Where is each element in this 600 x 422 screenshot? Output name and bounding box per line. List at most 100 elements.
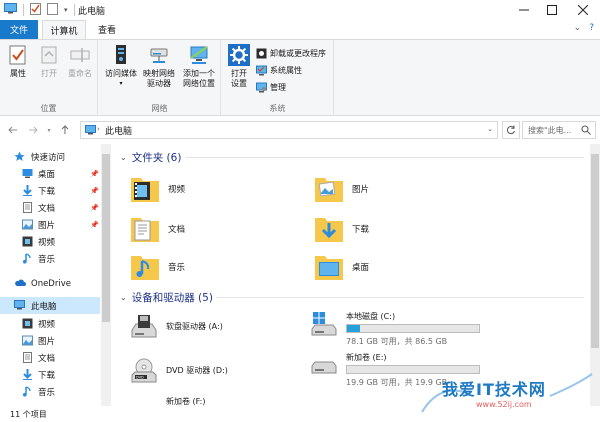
location-group-label: 位置 [40,104,57,113]
drive-local-c[interactable]: 本地磁盘 (C:) 78.1 GB 可用，共 86.5 GB [310,309,500,349]
document-icon [22,202,33,213]
properties-check-icon[interactable] [30,2,41,18]
nav-pc-downloads[interactable]: 下载 [0,366,100,383]
folders-section-header[interactable]: ⌄ 文件夹 (6) [120,149,181,165]
document-folder-icon [130,212,160,244]
drive-volume-f[interactable]: 新加卷 (F:) [130,394,320,406]
rename-button[interactable]: 重命名 [64,44,96,79]
nav-quick-access[interactable]: 快速访问 [0,148,100,165]
picture-icon [22,219,33,230]
star-icon [14,151,25,162]
nav-item-label: 音乐 [38,254,56,265]
settings-gear-icon [228,44,250,66]
nav-item-label: 桌面 [38,169,56,180]
nav-pc-videos[interactable]: 视频 [0,315,100,332]
watermark-text: 我爱IT技术网 [442,380,546,399]
qat-dropdown-icon[interactable]: ▾ [64,6,68,14]
system-properties-label: 系统属性 [270,65,302,75]
window-title: 此电脑 [78,7,106,17]
rename-icon [69,44,91,66]
map-network-drive-button[interactable]: 映射网络 驱动器 [139,44,179,89]
drive-dvd[interactable]: DVD DVD 驱动器 (D:) [130,356,320,396]
minimize-button[interactable] [510,0,538,20]
devices-section-header[interactable]: ⌄ 设备和驱动器 (5) [120,289,213,305]
folder-downloads[interactable]: 下载 [314,212,474,248]
watermark: 我爱IT技术网 www.52ij.com [420,370,598,420]
back-button[interactable] [6,123,20,137]
nav-onedrive[interactable]: OneDrive [0,275,100,292]
folder-pictures[interactable]: 图片 [314,172,474,208]
drive-free-space: 78.1 GB 可用，共 86.5 GB [346,337,448,346]
uninstall-label: 卸载或更改程序 [270,48,326,58]
navigation-pane: 快速访问 桌面 📌 下载 📌 文档 📌 图片 📌 视频 音乐 OneDrive … [0,144,112,406]
close-button[interactable] [566,0,600,20]
drive-name: 本地磁盘 (C:) [346,312,396,321]
recent-locations-icon[interactable]: ▾ [42,123,56,137]
nav-quick-downloads[interactable]: 下载 📌 [0,182,100,199]
nav-quick-documents[interactable]: 文档 📌 [0,199,100,216]
nav-pc-music[interactable]: 音乐 [0,383,100,400]
new-folder-icon[interactable] [47,2,58,18]
address-bar[interactable]: › 此电脑 ⌄ [80,121,498,139]
add-network-location-button[interactable]: 添加一个 网络位置 [179,44,219,89]
manage-button[interactable]: 管理 [256,80,286,94]
add-location-label-2: 网络位置 [183,79,215,88]
address-computer-icon [85,125,96,138]
open-settings-button[interactable]: 打开 设置 [226,44,252,89]
collapse-ribbon-icon[interactable]: ⌄ [574,23,582,33]
nav-this-pc[interactable]: 此电脑 [0,297,100,314]
folder-videos[interactable]: 视频 [130,172,290,208]
properties-button[interactable]: 属性 [4,44,32,79]
pin-icon: 📌 [90,203,99,212]
pin-icon: 📌 [90,186,99,195]
uninstall-icon [256,48,267,59]
section-divider [216,297,584,298]
open-icon [38,44,60,66]
drive-name: 新加卷 (E:) [346,353,387,362]
nav-item-label: 文档 [38,203,56,214]
nav-this-pc-label: 此电脑 [31,301,57,312]
maximize-button[interactable] [538,0,566,20]
nav-pc-pictures[interactable]: 图片 [0,332,100,349]
search-box[interactable]: 搜索"此电... [522,121,596,139]
nav-quick-music[interactable]: 音乐 [0,250,100,267]
folder-label: 音乐 [168,263,186,273]
floppy-drive-icon [130,314,158,340]
nav-scrollbar-thumb[interactable] [102,154,110,322]
refresh-button[interactable] [502,121,520,139]
folder-label: 视频 [168,185,186,195]
nav-pc-documents[interactable]: 文档 [0,349,100,366]
help-icon[interactable]: ? [589,23,594,33]
download-icon [22,369,33,380]
uninstall-program-button[interactable]: 卸载或更改程序 [256,46,326,60]
nav-quick-desktop[interactable]: 桌面 📌 [0,165,100,182]
address-dropdown-icon[interactable]: ⌄ [487,125,493,133]
folder-desktop[interactable]: 桌面 [314,250,474,286]
forward-button[interactable] [26,123,40,137]
network-location-icon [188,44,210,66]
access-media-label: 访问媒体 [105,69,137,78]
folder-label: 下载 [352,225,370,235]
access-media-button[interactable]: 访问媒体 ▾ [101,44,141,89]
nav-quick-videos[interactable]: 视频 [0,233,100,250]
document-icon [22,352,33,363]
tab-computer[interactable]: 计算机 [42,20,86,40]
drive-name: 软盘驱动器 (A:) [166,322,223,331]
computer-icon[interactable] [4,3,17,17]
folder-music[interactable]: 音乐 [130,250,290,286]
open-button[interactable]: 打开 [35,44,63,79]
address-path: 此电脑 [105,126,133,137]
nav-onedrive-label: OneDrive [31,278,71,289]
tab-file[interactable]: 文件 [0,20,38,39]
drive-floppy[interactable]: 软盘驱动器 (A:) [130,312,320,352]
system-properties-button[interactable]: 系统属性 [256,63,302,77]
nav-quick-pictures[interactable]: 图片 📌 [0,216,100,233]
up-button[interactable] [58,123,72,137]
open-settings-label-2: 设置 [231,79,247,88]
folder-documents[interactable]: 文档 [130,212,290,248]
properties-icon [7,44,29,66]
nav-item-label: 文档 [38,353,56,364]
content-scrollbar-thumb[interactable] [591,154,599,348]
navigation-bar: ▾ › 此电脑 ⌄ 搜索"此电... [0,116,600,144]
tab-view[interactable]: 查看 [90,20,124,39]
